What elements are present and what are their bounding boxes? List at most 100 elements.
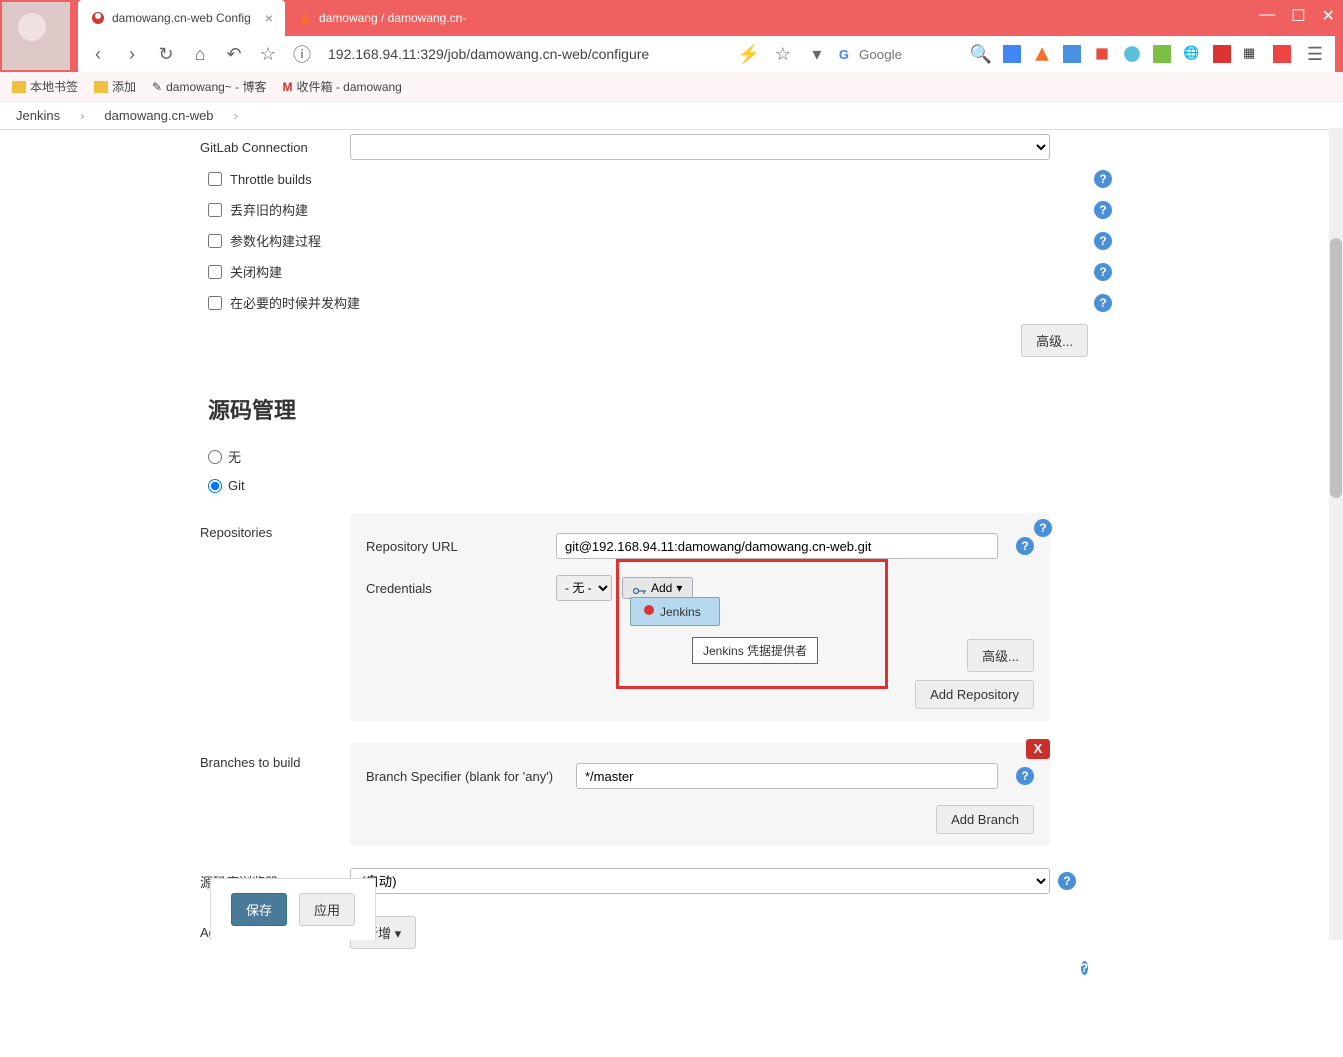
wechat-ext-icon[interactable] bbox=[1153, 45, 1171, 63]
add-credentials-button[interactable]: Add ▾ bbox=[622, 577, 693, 599]
address-bar: ‹ › ↻ ⌂ ↶ ☆ ⓘ ⚡ ☆ ▾ G 🔍 🌐 ▦ ☰ bbox=[78, 36, 1335, 72]
back-icon[interactable]: ‹ bbox=[86, 42, 110, 66]
e-ext-icon[interactable] bbox=[1123, 45, 1141, 63]
scm-none-radio[interactable] bbox=[208, 450, 222, 464]
flash-icon[interactable]: ⚡ bbox=[737, 42, 761, 66]
help-icon[interactable]: ? bbox=[1016, 537, 1034, 555]
ext-icon-1[interactable] bbox=[1003, 45, 1021, 63]
footer-buttons: 保存 应用 bbox=[210, 878, 376, 940]
throttle-builds-row: Throttle builds ? bbox=[200, 164, 1120, 194]
branches-block: X Branch Specifier (blank for 'any') ? A… bbox=[350, 743, 1050, 846]
help-icon[interactable]: ? bbox=[1094, 201, 1112, 219]
add-repository-button[interactable]: Add Repository bbox=[915, 680, 1034, 709]
blog-icon: ✎ bbox=[152, 80, 162, 94]
add-label: Add bbox=[651, 581, 672, 595]
repositories-row: Repositories ? Repository URL ? Credenti… bbox=[200, 509, 1120, 725]
undo-icon[interactable]: ↶ bbox=[222, 42, 246, 66]
help-icon[interactable]: ? bbox=[1034, 519, 1052, 537]
scrollbar[interactable] bbox=[1329, 128, 1343, 940]
branches-label: Branches to build bbox=[200, 743, 350, 770]
translate-ext-icon[interactable] bbox=[1063, 45, 1081, 63]
star-icon[interactable]: ☆ bbox=[256, 42, 280, 66]
scm-none-row: 无 bbox=[200, 441, 1120, 472]
add-branch-button[interactable]: Add Branch bbox=[936, 805, 1034, 834]
credentials-select[interactable]: - 无 - bbox=[556, 575, 612, 601]
chevron-down-icon: ▾ bbox=[676, 581, 682, 595]
discard-old-builds-row: 丢弃旧的构建 ? bbox=[200, 194, 1120, 225]
menu-icon[interactable]: ☰ bbox=[1303, 42, 1327, 66]
scm-git-label: Git bbox=[228, 478, 245, 493]
help-icon[interactable]: ? bbox=[1094, 232, 1112, 250]
breadcrumb-item[interactable]: Jenkins bbox=[16, 108, 60, 123]
fan-ext-icon[interactable] bbox=[1213, 45, 1231, 63]
advanced-button[interactable]: 高级... bbox=[1021, 324, 1088, 357]
bookmark-star-icon[interactable]: ☆ bbox=[771, 42, 795, 66]
ext-icon-7[interactable]: 🌐 bbox=[1183, 45, 1201, 63]
tab-inactive[interactable]: damowang / damowang.cn- bbox=[285, 0, 478, 36]
breadcrumb-item[interactable]: damowang.cn-web bbox=[104, 108, 213, 123]
repo-advanced-button[interactable]: 高级... bbox=[967, 639, 1034, 672]
qr-ext-icon[interactable]: ▦ bbox=[1243, 45, 1261, 63]
cube-ext-icon[interactable] bbox=[1093, 45, 1111, 63]
scm-git-radio[interactable] bbox=[208, 479, 222, 493]
search-input[interactable] bbox=[859, 47, 959, 62]
branch-spec-label: Branch Specifier (blank for 'any') bbox=[366, 769, 566, 784]
bookmark-folder[interactable]: 添加 bbox=[94, 78, 136, 95]
window-controls: — ☐ ✕ bbox=[1259, 6, 1335, 26]
help-icon[interactable]: ? bbox=[1058, 872, 1076, 890]
help-icon[interactable]: ? bbox=[1094, 170, 1112, 188]
maximize-icon[interactable]: ☐ bbox=[1291, 6, 1305, 26]
branch-spec-input[interactable] bbox=[576, 763, 998, 789]
disable-build-checkbox[interactable] bbox=[208, 265, 222, 279]
main-content: GitLab Connection Throttle builds ? 丢弃旧的… bbox=[0, 130, 1343, 1057]
jenkins-icon bbox=[642, 603, 656, 620]
help-icon[interactable]: ? bbox=[1094, 294, 1112, 312]
repo-url-input[interactable] bbox=[556, 533, 998, 559]
credentials-label: Credentials bbox=[366, 581, 546, 596]
apply-button[interactable]: 应用 bbox=[299, 893, 355, 926]
jenkins-provider-item[interactable]: Jenkins bbox=[632, 599, 718, 624]
parameterized-build-checkbox[interactable] bbox=[208, 234, 222, 248]
scrollbar-thumb[interactable] bbox=[1330, 238, 1342, 498]
avatar bbox=[2, 2, 70, 70]
repo-browser-select[interactable]: (自动) bbox=[350, 868, 1050, 894]
parameterized-build-row: 参数化构建过程 ? bbox=[200, 225, 1120, 256]
help-icon[interactable]: ? bbox=[1016, 767, 1034, 785]
concurrent-build-checkbox[interactable] bbox=[208, 296, 222, 310]
tab-label: damowang / damowang.cn- bbox=[319, 11, 466, 25]
browser-chrome: damowang.cn-web Config × damowang / damo… bbox=[0, 0, 1343, 72]
throttle-builds-label: Throttle builds bbox=[230, 172, 1078, 187]
google-g-icon: G bbox=[839, 47, 849, 62]
help-icon[interactable]: ? bbox=[1094, 263, 1112, 281]
scm-git-row: Git bbox=[200, 472, 1120, 499]
url-input[interactable] bbox=[324, 42, 727, 66]
minimize-icon[interactable]: — bbox=[1259, 6, 1275, 26]
gitlab-ext-icon[interactable] bbox=[1033, 45, 1051, 63]
branch-spec-row: Branch Specifier (blank for 'any') ? bbox=[366, 755, 1034, 797]
save-button[interactable]: 保存 bbox=[231, 893, 287, 926]
forward-icon[interactable]: › bbox=[120, 42, 144, 66]
delete-branch-button[interactable]: X bbox=[1026, 739, 1050, 759]
throttle-builds-checkbox[interactable] bbox=[208, 172, 222, 186]
dropdown-icon[interactable]: ▾ bbox=[805, 42, 829, 66]
discard-old-builds-label: 丢弃旧的构建 bbox=[230, 200, 1078, 219]
bookmark-folder[interactable]: 本地书签 bbox=[12, 78, 78, 95]
close-icon[interactable]: × bbox=[265, 10, 273, 26]
bookmark-link[interactable]: M收件箱 - damowang bbox=[282, 78, 401, 95]
info-icon[interactable]: ⓘ bbox=[290, 42, 314, 66]
scm-section-title: 源码管理 bbox=[208, 393, 1120, 425]
gmail-icon: M bbox=[282, 80, 292, 94]
discard-old-builds-checkbox[interactable] bbox=[208, 203, 222, 217]
chevron-down-icon: ▾ bbox=[395, 926, 402, 941]
close-window-icon[interactable]: ✕ bbox=[1322, 6, 1335, 26]
search-icon[interactable]: 🔍 bbox=[969, 42, 993, 66]
repo-url-label: Repository URL bbox=[366, 539, 546, 554]
tab-active[interactable]: damowang.cn-web Config × bbox=[78, 0, 285, 36]
help-icon[interactable]: ? bbox=[1081, 961, 1088, 975]
reload-icon[interactable]: ↻ bbox=[154, 42, 178, 66]
home-icon[interactable]: ⌂ bbox=[188, 42, 212, 66]
gitlab-connection-row: GitLab Connection bbox=[200, 130, 1120, 164]
bookmark-link[interactable]: ✎damowang~ - 博客 bbox=[152, 78, 266, 95]
ext-icon-10[interactable] bbox=[1273, 45, 1291, 63]
gitlab-connection-select[interactable] bbox=[350, 134, 1050, 160]
